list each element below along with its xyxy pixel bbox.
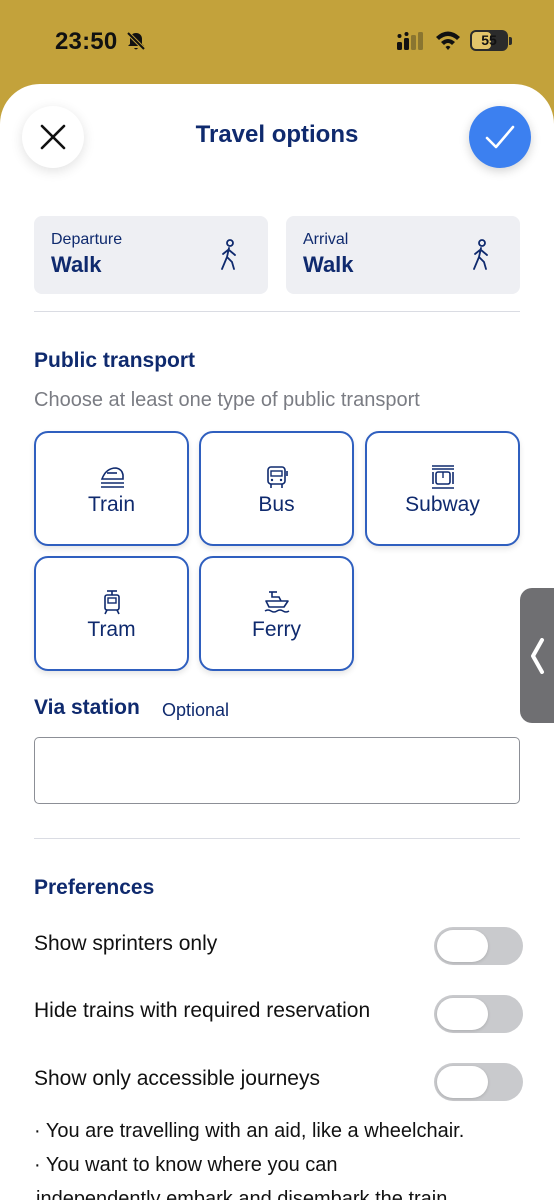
departure-value: Walk	[51, 252, 102, 277]
battery-percentage: 55	[481, 32, 497, 48]
toggle-knob	[437, 1066, 488, 1098]
train-icon	[100, 467, 124, 488]
arrival-selector[interactable]: Arrival Walk	[286, 216, 520, 294]
preferences-title: Preferences	[34, 876, 155, 899]
chevron-left-icon	[531, 638, 544, 674]
transport-option-train[interactable]: Train	[34, 431, 189, 546]
side-panel-handle[interactable]	[520, 588, 554, 723]
pref-reservation-label: Hide trains with required reservation	[34, 999, 371, 1022]
pref-reservation-toggle[interactable]	[434, 995, 523, 1033]
arrival-label: Arrival	[303, 231, 349, 248]
confirm-button[interactable]	[469, 106, 531, 168]
via-station-input[interactable]	[34, 737, 520, 804]
departure-selector[interactable]: Departure Walk	[34, 216, 268, 294]
transport-option-label: Bus	[258, 493, 295, 516]
check-icon	[485, 125, 515, 149]
public-transport-title: Public transport	[34, 349, 196, 372]
cellular-signal-icon	[397, 32, 423, 50]
accessible-note: · You are travelling with an aid, like a…	[34, 1120, 465, 1142]
toggle-knob	[437, 930, 488, 962]
accessible-note: independently embark and disembark the t…	[36, 1188, 453, 1200]
travel-options-sheet: Travel options Departure Walk Arrival Wa…	[0, 84, 554, 1200]
walk-icon	[221, 239, 236, 270]
pref-accessible-label: Show only accessible journeys	[34, 1067, 320, 1090]
transport-option-label: Ferry	[252, 618, 301, 641]
wifi-icon	[436, 31, 460, 50]
transport-option-label: Train	[87, 493, 136, 516]
transport-option-tram[interactable]: Tram	[34, 556, 189, 671]
battery-cap	[509, 37, 512, 45]
public-transport-subtitle: Choose at least one type of public trans…	[34, 389, 420, 411]
subway-icon	[431, 465, 454, 489]
battery-indicator: 55	[470, 30, 508, 51]
bell-muted-icon	[126, 31, 146, 51]
pref-sprinters-toggle[interactable]	[434, 927, 523, 965]
pref-accessible-toggle[interactable]	[434, 1063, 523, 1101]
bus-icon	[266, 466, 288, 488]
walk-icon	[473, 239, 488, 270]
divider	[34, 311, 520, 312]
pref-sprinters-label: Show sprinters only	[34, 932, 218, 955]
transport-option-label: Subway	[405, 493, 480, 516]
status-bar: 23:50 55	[0, 0, 554, 84]
accessible-note: · You want to know where you can	[34, 1154, 338, 1176]
transport-option-bus[interactable]: Bus	[199, 431, 354, 546]
transport-option-ferry[interactable]: Ferry	[199, 556, 354, 671]
transport-option-label: Tram	[87, 618, 136, 641]
status-time: 23:50	[55, 28, 118, 55]
divider	[34, 838, 520, 839]
toggle-knob	[437, 998, 488, 1030]
tram-icon	[103, 590, 120, 615]
via-station-optional-label: Optional	[162, 700, 230, 720]
departure-label: Departure	[51, 231, 123, 248]
arrival-value: Walk	[303, 252, 354, 277]
via-station-title: Via station	[34, 696, 140, 719]
transport-option-subway[interactable]: Subway	[365, 431, 520, 546]
ferry-icon	[264, 591, 289, 613]
